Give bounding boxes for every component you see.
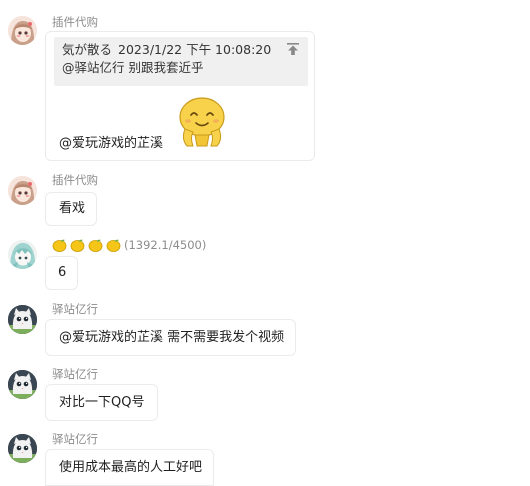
- reply-text: @驿站亿行 别跟我套近乎: [62, 60, 204, 75]
- message-bubble[interactable]: 6: [45, 256, 78, 290]
- sender-name: 插件代购: [52, 173, 98, 187]
- white-cat-avatar-icon: [8, 434, 37, 463]
- message-bubble[interactable]: 使用成本最高的人工好吧: [45, 449, 214, 486]
- message-text: 6: [58, 265, 67, 280]
- lemon-icon: [88, 239, 103, 252]
- message-text: 对比一下QQ号: [59, 395, 145, 410]
- message-text: @爱玩游戏的芷溪 需不需要我发个视频: [59, 330, 285, 345]
- message-bubble[interactable]: 对比一下QQ号: [45, 384, 158, 421]
- lemon-icon: [52, 239, 67, 252]
- chat-history: 插件代购 気が散る 2023/1/22 下午 10:08:20 @驿站亿行 别跟我…: [0, 0, 530, 486]
- sender-name: 插件代购: [52, 15, 98, 29]
- message-text: 使用成本最高的人工好吧: [59, 460, 203, 475]
- avatar[interactable]: [8, 176, 37, 205]
- message-bubble[interactable]: @爱玩游戏的芷溪 需不需要我发个视频: [45, 319, 296, 356]
- reply-time: 2023/1/22 下午 10:08:20: [118, 42, 272, 57]
- sender-name: 驿站亿行: [52, 432, 98, 446]
- message-bubble[interactable]: 看戏: [45, 192, 97, 226]
- smiling-bean-sticker-icon[interactable]: [171, 91, 231, 149]
- anime-girl-avatar-icon: [8, 16, 37, 45]
- member-badge-row: (1392.1/4500): [52, 237, 206, 253]
- avatar[interactable]: [8, 16, 37, 45]
- member-level-text: (1392.1/4500): [124, 238, 207, 252]
- mention-text[interactable]: @爱玩游戏的芷溪: [59, 135, 163, 153]
- teal-hair-character-avatar-icon: [8, 240, 37, 269]
- reply-quote[interactable]: 気が散る 2023/1/22 下午 10:08:20 @驿站亿行 别跟我套近乎: [54, 37, 308, 86]
- message-text: 看戏: [59, 201, 86, 216]
- sender-name: 驿站亿行: [52, 367, 98, 381]
- white-cat-avatar-icon: [8, 305, 37, 334]
- reply-meta: 気が散る 2023/1/22 下午 10:08:20: [62, 41, 300, 59]
- avatar[interactable]: [8, 370, 37, 399]
- sender-name: 驿站亿行: [52, 302, 98, 316]
- white-cat-avatar-icon: [8, 370, 37, 399]
- avatar[interactable]: [8, 434, 37, 463]
- avatar[interactable]: [8, 240, 37, 269]
- lemon-icon: [106, 239, 121, 252]
- reply-author: 気が散る: [62, 42, 113, 57]
- lemon-icon: [70, 239, 85, 252]
- anime-girl-avatar-icon: [8, 176, 37, 205]
- jump-to-original-icon[interactable]: [286, 42, 300, 56]
- message-bubble[interactable]: 気が散る 2023/1/22 下午 10:08:20 @驿站亿行 别跟我套近乎 @…: [45, 31, 315, 161]
- avatar[interactable]: [8, 305, 37, 334]
